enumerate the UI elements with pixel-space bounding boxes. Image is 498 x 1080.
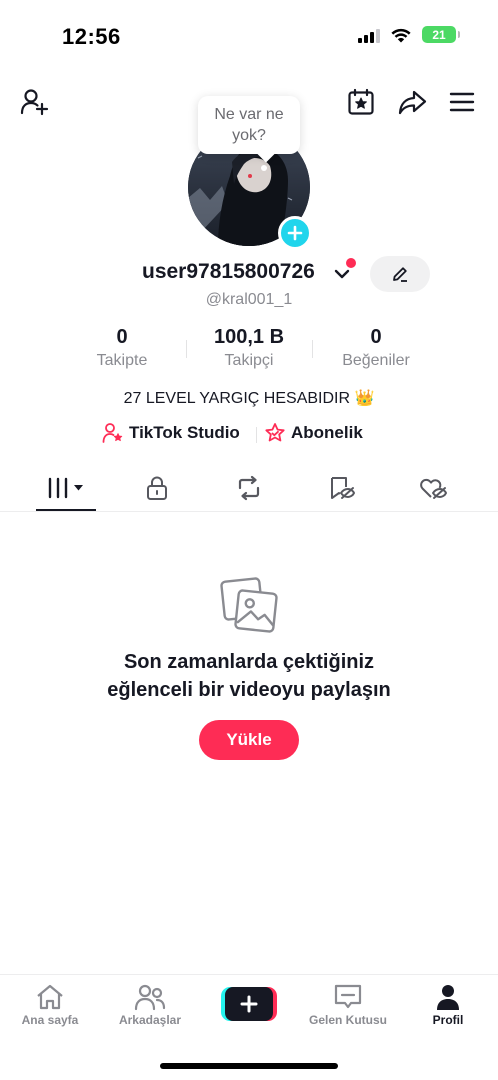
stat-likes[interactable]: 0 Beğeniler	[316, 326, 436, 370]
status-bar: 12:56 21	[0, 0, 498, 70]
share-button[interactable]	[394, 84, 430, 120]
home-icon	[37, 984, 63, 1010]
username[interactable]: user97815800726	[142, 260, 315, 284]
tab-videos[interactable]	[26, 466, 106, 510]
lock-icon	[147, 476, 167, 500]
menu-icon	[449, 92, 475, 112]
content-tabs	[0, 466, 498, 512]
stat-following[interactable]: 0 Takipte	[62, 326, 182, 370]
nav-inbox-label: Gelen Kutusu	[308, 1013, 387, 1027]
calendar-star-icon	[348, 88, 374, 115]
stat-followers[interactable]: 100,1 B Takipçi	[189, 326, 309, 370]
user-handle: @kral001_1	[205, 291, 293, 308]
active-tab-indicator	[36, 509, 96, 511]
bookmark-hidden-icon	[331, 477, 355, 499]
plus-icon	[287, 225, 303, 241]
chevron-down-icon[interactable]	[334, 268, 350, 280]
friends-icon	[134, 984, 166, 1011]
stat-label: Takipte	[96, 352, 148, 369]
repost-icon	[238, 475, 260, 501]
notification-dot	[346, 258, 356, 268]
nav-home[interactable]: Ana sayfa	[2, 983, 98, 1027]
tab-saved[interactable]	[301, 466, 381, 510]
stat-label: Takipçi	[224, 352, 274, 369]
nav-inbox[interactable]: Gelen Kutusu	[300, 983, 396, 1027]
tiktok-studio-link[interactable]: TikTok Studio	[102, 422, 240, 444]
wifi-icon	[391, 28, 411, 42]
inbox-icon	[334, 984, 362, 1009]
nav-friends[interactable]: Arkadaşlar	[102, 983, 198, 1027]
battery-icon: 21	[422, 26, 460, 43]
empty-state-line1: Son zamanlarda çektiğiniz	[123, 651, 375, 673]
tooltip-text: Ne var ne yok?	[214, 106, 284, 144]
nav-profile-label: Profil	[432, 1013, 464, 1027]
empty-state-line2: eğlenceli bir videoyu paylaşın	[107, 679, 391, 701]
stat-value: 0	[370, 326, 382, 348]
nav-friends-label: Arkadaşlar	[118, 1013, 182, 1027]
nav-home-label: Ana sayfa	[21, 1013, 79, 1027]
profile-links: TikTok Studio Abonelik	[0, 422, 498, 448]
calendar-button[interactable]	[343, 84, 379, 120]
stat-divider	[312, 340, 313, 358]
tab-private[interactable]	[117, 466, 197, 510]
stats-row: 0 Takipte 100,1 B Takipçi 0 Beğeniler	[0, 326, 498, 376]
home-indicator	[160, 1063, 338, 1069]
share-icon	[398, 90, 427, 115]
bio-text: 27 LEVEL YARGIÇ HESABIDIR 👑	[123, 390, 375, 407]
add-friend-icon	[20, 89, 49, 116]
signal-icon	[358, 27, 380, 43]
status-icons: 21	[358, 26, 460, 43]
photo-placeholder-icon	[220, 577, 278, 633]
subscription-label: Abonelik	[291, 423, 363, 442]
stat-divider	[186, 340, 187, 358]
upload-button[interactable]: Yükle	[199, 720, 299, 760]
link-divider	[256, 427, 257, 443]
username-row: user97815800726	[0, 256, 498, 292]
videos-grid-icon	[48, 477, 83, 499]
battery-level: 21	[432, 27, 446, 42]
tab-liked[interactable]	[393, 466, 473, 510]
empty-state-title: Son zamanlarda çektiğiniz eğlenceli bir …	[0, 648, 498, 704]
stat-label: Beğeniler	[342, 352, 410, 369]
profile-icon	[437, 985, 459, 1010]
edit-profile-button[interactable]	[370, 256, 430, 292]
subscription-link[interactable]: Abonelik	[264, 422, 363, 444]
status-time: 12:56	[62, 24, 121, 49]
liked-hidden-icon	[420, 478, 447, 499]
add-avatar-button[interactable]	[278, 216, 312, 250]
subscription-star-icon	[265, 423, 285, 442]
tiktok-studio-label: TikTok Studio	[129, 423, 240, 442]
create-button[interactable]	[221, 987, 277, 1021]
stat-value: 0	[116, 326, 128, 348]
menu-button[interactable]	[444, 84, 480, 120]
stat-value: 100,1 B	[213, 326, 285, 348]
pencil-icon	[393, 267, 407, 282]
create-plus-icon	[240, 995, 258, 1013]
tab-reposts[interactable]	[209, 466, 289, 510]
add-friend-button[interactable]	[16, 84, 52, 120]
create-button-core	[225, 987, 273, 1021]
nav-profile[interactable]: Profil	[400, 983, 496, 1027]
status-tooltip[interactable]: Ne var ne yok?	[198, 96, 300, 154]
studio-person-star-icon	[102, 423, 123, 443]
